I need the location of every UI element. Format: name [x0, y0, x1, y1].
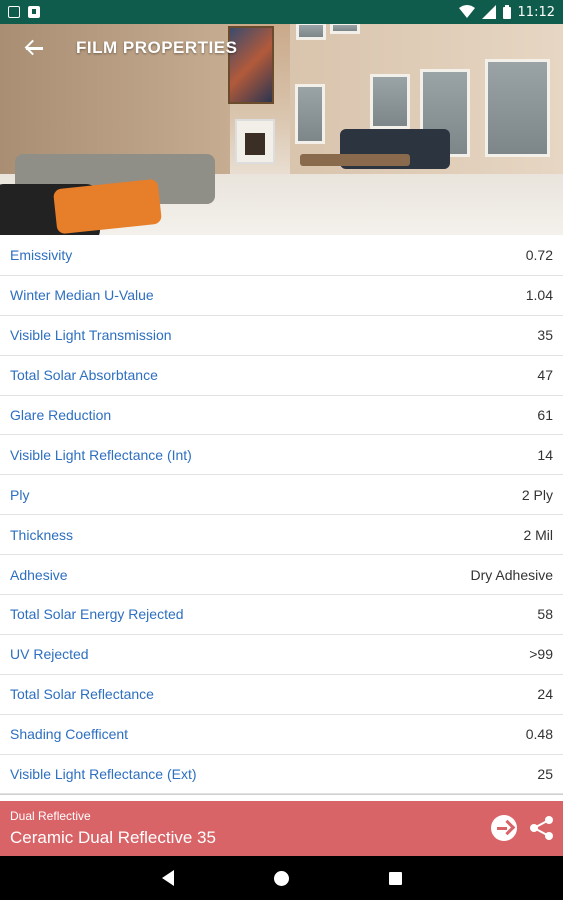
- property-row: Visible Light Transmission 35: [0, 315, 563, 356]
- nav-home-icon[interactable]: [273, 870, 289, 886]
- property-row: Emissivity 0.72: [0, 236, 563, 276]
- property-row: Adhesive Dry Adhesive: [0, 555, 563, 596]
- property-label: Total Solar Absorbtance: [10, 367, 158, 384]
- property-value: 24: [537, 686, 553, 703]
- property-label: Emissivity: [10, 247, 73, 264]
- property-label: Visible Light Reflectance (Int): [10, 446, 192, 463]
- product-name: Ceramic Dual Reflective 35: [10, 828, 216, 847]
- status-time: 11:12: [517, 4, 555, 20]
- property-value: 14: [537, 446, 553, 463]
- property-value: 47: [537, 367, 553, 384]
- property-label: Adhesive: [10, 566, 68, 583]
- arrow-right-circle-icon[interactable]: [491, 815, 517, 841]
- property-value: 2 Mil: [523, 526, 553, 543]
- property-row: Winter Median U-Value 1.04: [0, 275, 563, 316]
- property-row: Glare Reduction 61: [0, 395, 563, 436]
- system-nav-bar: [0, 856, 563, 900]
- nav-back-icon[interactable]: [161, 870, 174, 886]
- property-value: 1.04: [525, 287, 553, 304]
- property-row: Ply 2 Ply: [0, 475, 563, 516]
- property-label: Glare Reduction: [10, 407, 112, 423]
- property-value: 2 Ply: [521, 486, 553, 503]
- page-title: FILM PROPERTIES: [76, 38, 238, 57]
- property-value: 58: [537, 606, 553, 623]
- property-label: Ply: [10, 486, 30, 503]
- battery-icon: [502, 5, 511, 19]
- property-value: 25: [537, 766, 553, 783]
- property-label: Total Solar Energy Rejected: [10, 606, 184, 623]
- property-row: Visible Light Reflectance (Ext) 25: [0, 754, 563, 795]
- property-row: UV Rejected >99: [0, 634, 563, 675]
- properties-list: Emissivity 0.72 Winter Median U-Value 1.…: [0, 236, 563, 800]
- property-label: Visible Light Reflectance (Ext): [10, 766, 197, 783]
- nav-recents-icon[interactable]: [388, 871, 402, 885]
- property-row: Shading Coefficent 0.48: [0, 714, 563, 755]
- signal-icon: [481, 5, 496, 19]
- property-label: Visible Light Transmission: [10, 327, 172, 344]
- property-label: Thickness: [10, 526, 74, 543]
- wifi-icon: [458, 5, 475, 18]
- app-icon: [28, 6, 40, 18]
- property-row: Total Solar Absorbtance 47: [0, 355, 563, 396]
- property-label: UV Rejected: [10, 646, 89, 663]
- property-value: 35: [537, 327, 553, 344]
- status-bar: 11:12: [0, 0, 563, 24]
- property-label: Total Solar Reflectance: [10, 686, 154, 703]
- property-value: >99: [529, 646, 553, 663]
- property-row: Visible Light Reflectance (Int) 14: [0, 435, 563, 476]
- property-row: Total Solar Reflectance 24: [0, 674, 563, 715]
- property-label: Winter Median U-Value: [10, 287, 154, 304]
- property-value: 61: [537, 407, 553, 423]
- property-row: Total Solar Energy Rejected 58: [0, 595, 563, 635]
- share-icon[interactable]: [529, 815, 555, 841]
- toolbar: FILM PROPERTIES: [0, 24, 563, 72]
- property-value: 0.72: [525, 247, 553, 264]
- property-label: Shading Coefficent: [10, 726, 129, 743]
- product-category: Dual Reflective: [10, 809, 91, 823]
- property-value: Dry Adhesive: [470, 566, 553, 583]
- property-row: Thickness 2 Mil: [0, 515, 563, 556]
- back-arrow-icon[interactable]: [24, 37, 46, 59]
- property-value: 0.48: [525, 726, 553, 743]
- photo-icon: [8, 6, 20, 18]
- product-bar: Dual Reflective Ceramic Dual Reflective …: [0, 801, 563, 856]
